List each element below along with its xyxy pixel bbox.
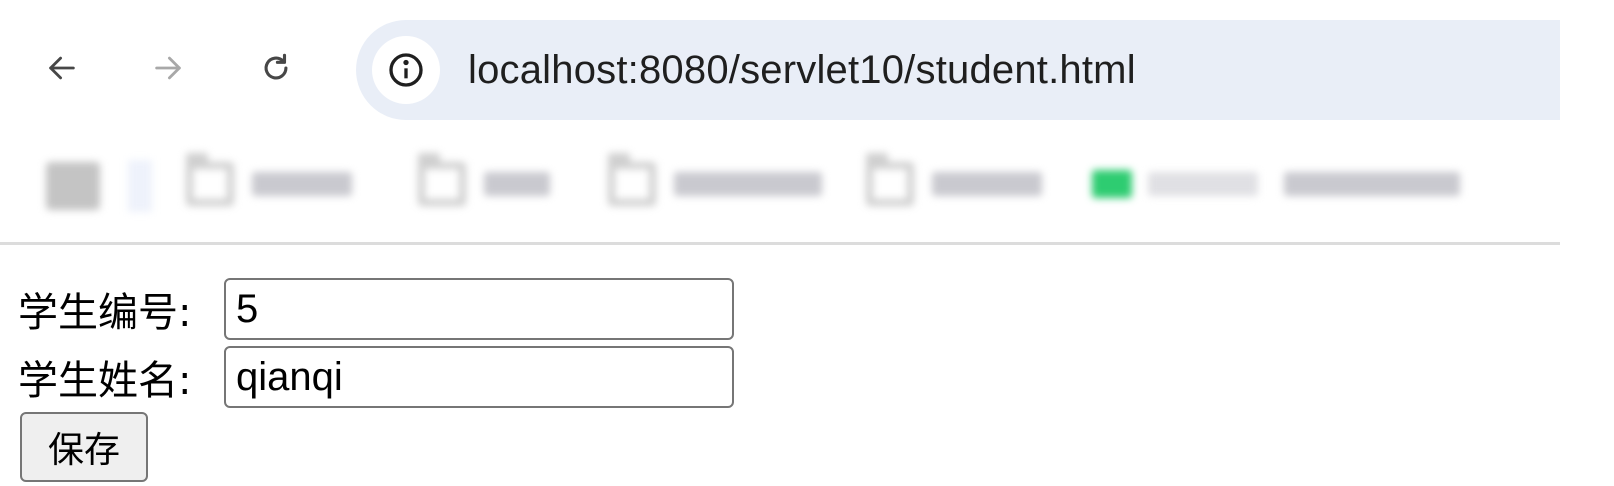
bookmark-folder[interactable]: [608, 153, 822, 216]
address-bar[interactable]: localhost:8080/servlet10/student.html: [356, 20, 1560, 120]
reload-button[interactable]: [248, 40, 304, 96]
bookmark-label: [1148, 172, 1258, 196]
bookmark-label: [674, 172, 822, 196]
bookmark-apps[interactable]: [46, 156, 106, 216]
save-button[interactable]: 保存: [20, 412, 148, 482]
browser-window: localhost:8080/servlet10/student.html 学生…: [0, 0, 1560, 486]
form-row-id: 学生编号:: [18, 276, 734, 342]
folder-icon: [608, 153, 656, 206]
favicon-icon: [1092, 170, 1132, 198]
bookmark-label: [932, 172, 1042, 196]
bookmark-item[interactable]: [128, 156, 156, 216]
folder-icon: [418, 153, 466, 206]
student-name-label: 学生姓名:: [18, 358, 192, 404]
bookmark-folder[interactable]: [418, 153, 554, 216]
bookmark-item[interactable]: [1088, 156, 1488, 216]
arrow-right-icon: [155, 56, 181, 80]
student-name-input[interactable]: [224, 346, 734, 408]
apps-grid-icon: [46, 162, 100, 210]
bookmark-folder[interactable]: [866, 153, 1052, 216]
url-text[interactable]: localhost:8080/servlet10/student.html: [468, 44, 1136, 96]
bookmark-label: [252, 172, 352, 196]
reload-icon: [264, 53, 288, 80]
bookmark-label: [1284, 172, 1460, 196]
browser-toolbar: localhost:8080/servlet10/student.html: [0, 0, 1560, 130]
bookmarks-bar: [0, 150, 1560, 220]
folder-icon: [186, 153, 234, 206]
bookmark-label: [484, 172, 550, 196]
arrow-left-icon: [49, 56, 75, 80]
forward-button[interactable]: [140, 40, 196, 96]
info-circle-icon: [389, 53, 423, 87]
toolbar-divider: [0, 242, 1560, 245]
bookmark-folder[interactable]: [186, 153, 372, 216]
form-row-name: 学生姓名:: [18, 344, 734, 410]
back-button[interactable]: [34, 40, 90, 96]
student-id-input[interactable]: [224, 278, 734, 340]
site-info-button[interactable]: [372, 36, 440, 104]
student-form: 学生编号: 学生姓名: 保存: [18, 272, 1558, 482]
student-id-label: 学生编号:: [18, 290, 192, 336]
favicon-icon: [128, 160, 152, 212]
folder-icon: [866, 153, 914, 206]
